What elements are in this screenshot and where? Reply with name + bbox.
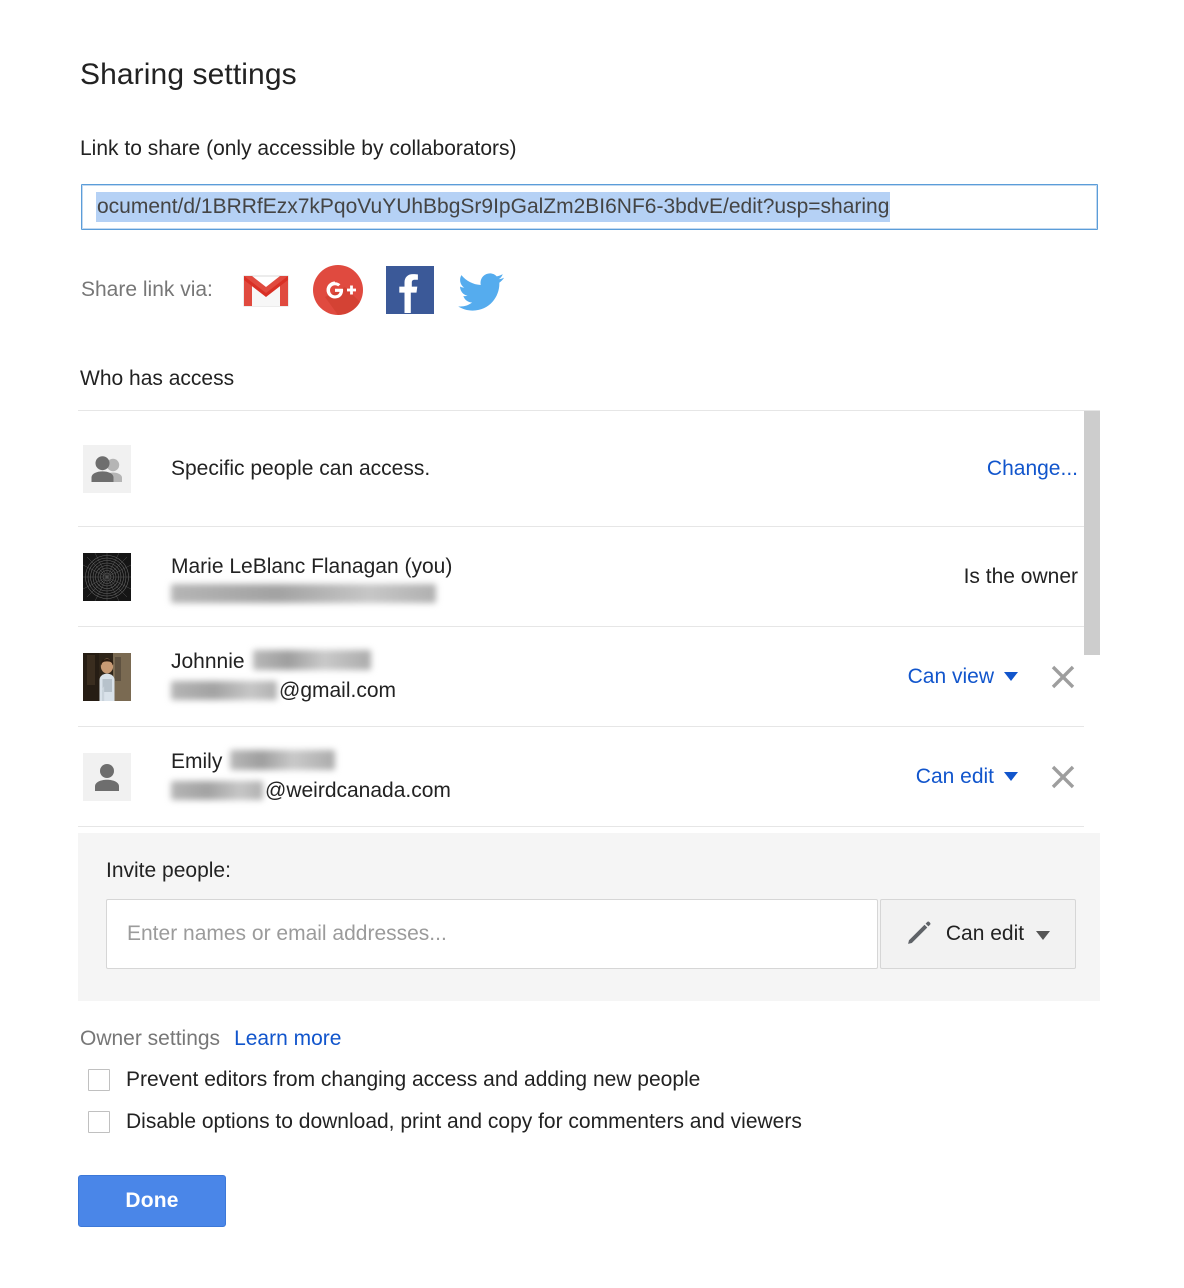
owner-setting-checkbox-row: Prevent editors from changing access and… xyxy=(88,1068,700,1092)
disable-download-checkbox[interactable] xyxy=(88,1111,110,1133)
remove-person-button[interactable] xyxy=(1048,662,1078,692)
person-placeholder-avatar xyxy=(83,752,131,801)
invite-people-input[interactable] xyxy=(106,899,878,969)
link-to-share-label: Link to share (only accessible by collab… xyxy=(80,137,517,160)
share-link-input[interactable]: ocument/d/1BRRfEzx7kPqoVuYUhBbgSr9IpGalZ… xyxy=(81,184,1098,230)
invite-people-label: Invite people: xyxy=(106,859,231,882)
owner-setting-checkbox-row: Disable options to download, print and c… xyxy=(88,1110,802,1134)
invite-role-label: Can edit xyxy=(945,922,1025,945)
visibility-row: Specific people can access. Change... xyxy=(78,411,1084,527)
person-email-domain: @weirdcanada.com xyxy=(265,778,451,802)
share-link-via-label: Share link via: xyxy=(81,278,213,301)
photo-avatar xyxy=(83,652,131,701)
role-dropdown-can-view[interactable]: Can view xyxy=(908,665,1018,689)
sharing-settings-dialog: Sharing settings Link to share (only acc… xyxy=(0,0,1184,1288)
chevron-down-icon xyxy=(1036,930,1051,940)
prevent-editors-checkbox[interactable] xyxy=(88,1069,110,1091)
learn-more-link[interactable]: Learn more xyxy=(234,1027,341,1051)
done-button[interactable]: Done xyxy=(78,1175,226,1227)
facebook-icon[interactable] xyxy=(383,263,437,317)
people-group-icon xyxy=(83,444,131,493)
gmail-icon[interactable] xyxy=(239,263,293,317)
redacted-email-local-part xyxy=(171,780,263,800)
table-row: Johnnie @gmail.com Can view xyxy=(78,627,1084,727)
person-first-name: Emily xyxy=(171,749,223,773)
role-label: Can edit xyxy=(915,764,994,788)
role-label: Can view xyxy=(907,664,994,688)
prevent-editors-label: Prevent editors from changing access and… xyxy=(126,1068,701,1091)
person-role: Can edit xyxy=(916,762,1078,792)
access-list-scrollbar-thumb[interactable] xyxy=(1084,411,1100,655)
person-email: @weirdcanada.com xyxy=(171,776,916,806)
person-name: Johnnie xyxy=(171,648,908,676)
google-plus-icon[interactable] xyxy=(311,263,365,317)
chevron-down-icon xyxy=(1004,771,1018,781)
role-dropdown-can-edit[interactable]: Can edit xyxy=(916,765,1018,789)
person-name: Emily xyxy=(171,748,916,776)
page-title: Sharing settings xyxy=(80,58,297,91)
moire-pattern-avatar xyxy=(83,552,131,601)
person-email xyxy=(171,581,964,603)
visibility-text-wrap: Specific people can access. xyxy=(171,455,987,483)
owner-label: Is the owner xyxy=(963,564,1078,588)
redacted-last-name xyxy=(252,649,371,670)
person-role: Can view xyxy=(908,662,1078,692)
person-info: Emily @weirdcanada.com xyxy=(171,748,916,806)
access-list: Specific people can access. Change... Ma… xyxy=(78,410,1100,827)
person-role: Is the owner xyxy=(964,565,1078,589)
person-info: Marie LeBlanc Flanagan (you) xyxy=(171,553,964,603)
person-first-name: Johnnie xyxy=(171,649,245,673)
person-info: Johnnie @gmail.com xyxy=(171,648,908,706)
redacted-email xyxy=(171,584,436,603)
owner-settings-label: Owner settings xyxy=(80,1027,221,1050)
share-link-value[interactable]: ocument/d/1BRRfEzx7kPqoVuYUhBbgSr9IpGalZ… xyxy=(96,192,891,222)
visibility-text: Specific people can access. xyxy=(171,456,431,480)
invite-role-dropdown[interactable]: Can edit xyxy=(880,899,1076,969)
pencil-icon xyxy=(906,919,932,950)
change-visibility-link[interactable]: Change... xyxy=(987,457,1078,481)
person-email-domain: @gmail.com xyxy=(279,678,397,702)
table-row: Emily @weirdcanada.com Can edit xyxy=(78,727,1084,827)
table-row: Marie LeBlanc Flanagan (you) Is the owne… xyxy=(78,527,1084,627)
owner-settings-row: Owner settings Learn more xyxy=(80,1027,341,1051)
remove-person-button[interactable] xyxy=(1048,762,1078,792)
twitter-icon[interactable] xyxy=(455,263,509,317)
disable-download-label: Disable options to download, print and c… xyxy=(126,1110,802,1133)
person-name: Marie LeBlanc Flanagan (you) xyxy=(171,555,453,578)
person-email: @gmail.com xyxy=(171,676,908,706)
chevron-down-icon xyxy=(1004,671,1018,681)
redacted-email-local-part xyxy=(171,680,277,700)
visibility-actions: Change... xyxy=(987,457,1078,481)
who-has-access-heading: Who has access xyxy=(80,367,235,390)
redacted-last-name xyxy=(230,749,336,770)
invite-people-panel: Invite people: Can edit xyxy=(78,833,1100,1001)
share-link-via-row: Share link via: xyxy=(81,262,527,318)
